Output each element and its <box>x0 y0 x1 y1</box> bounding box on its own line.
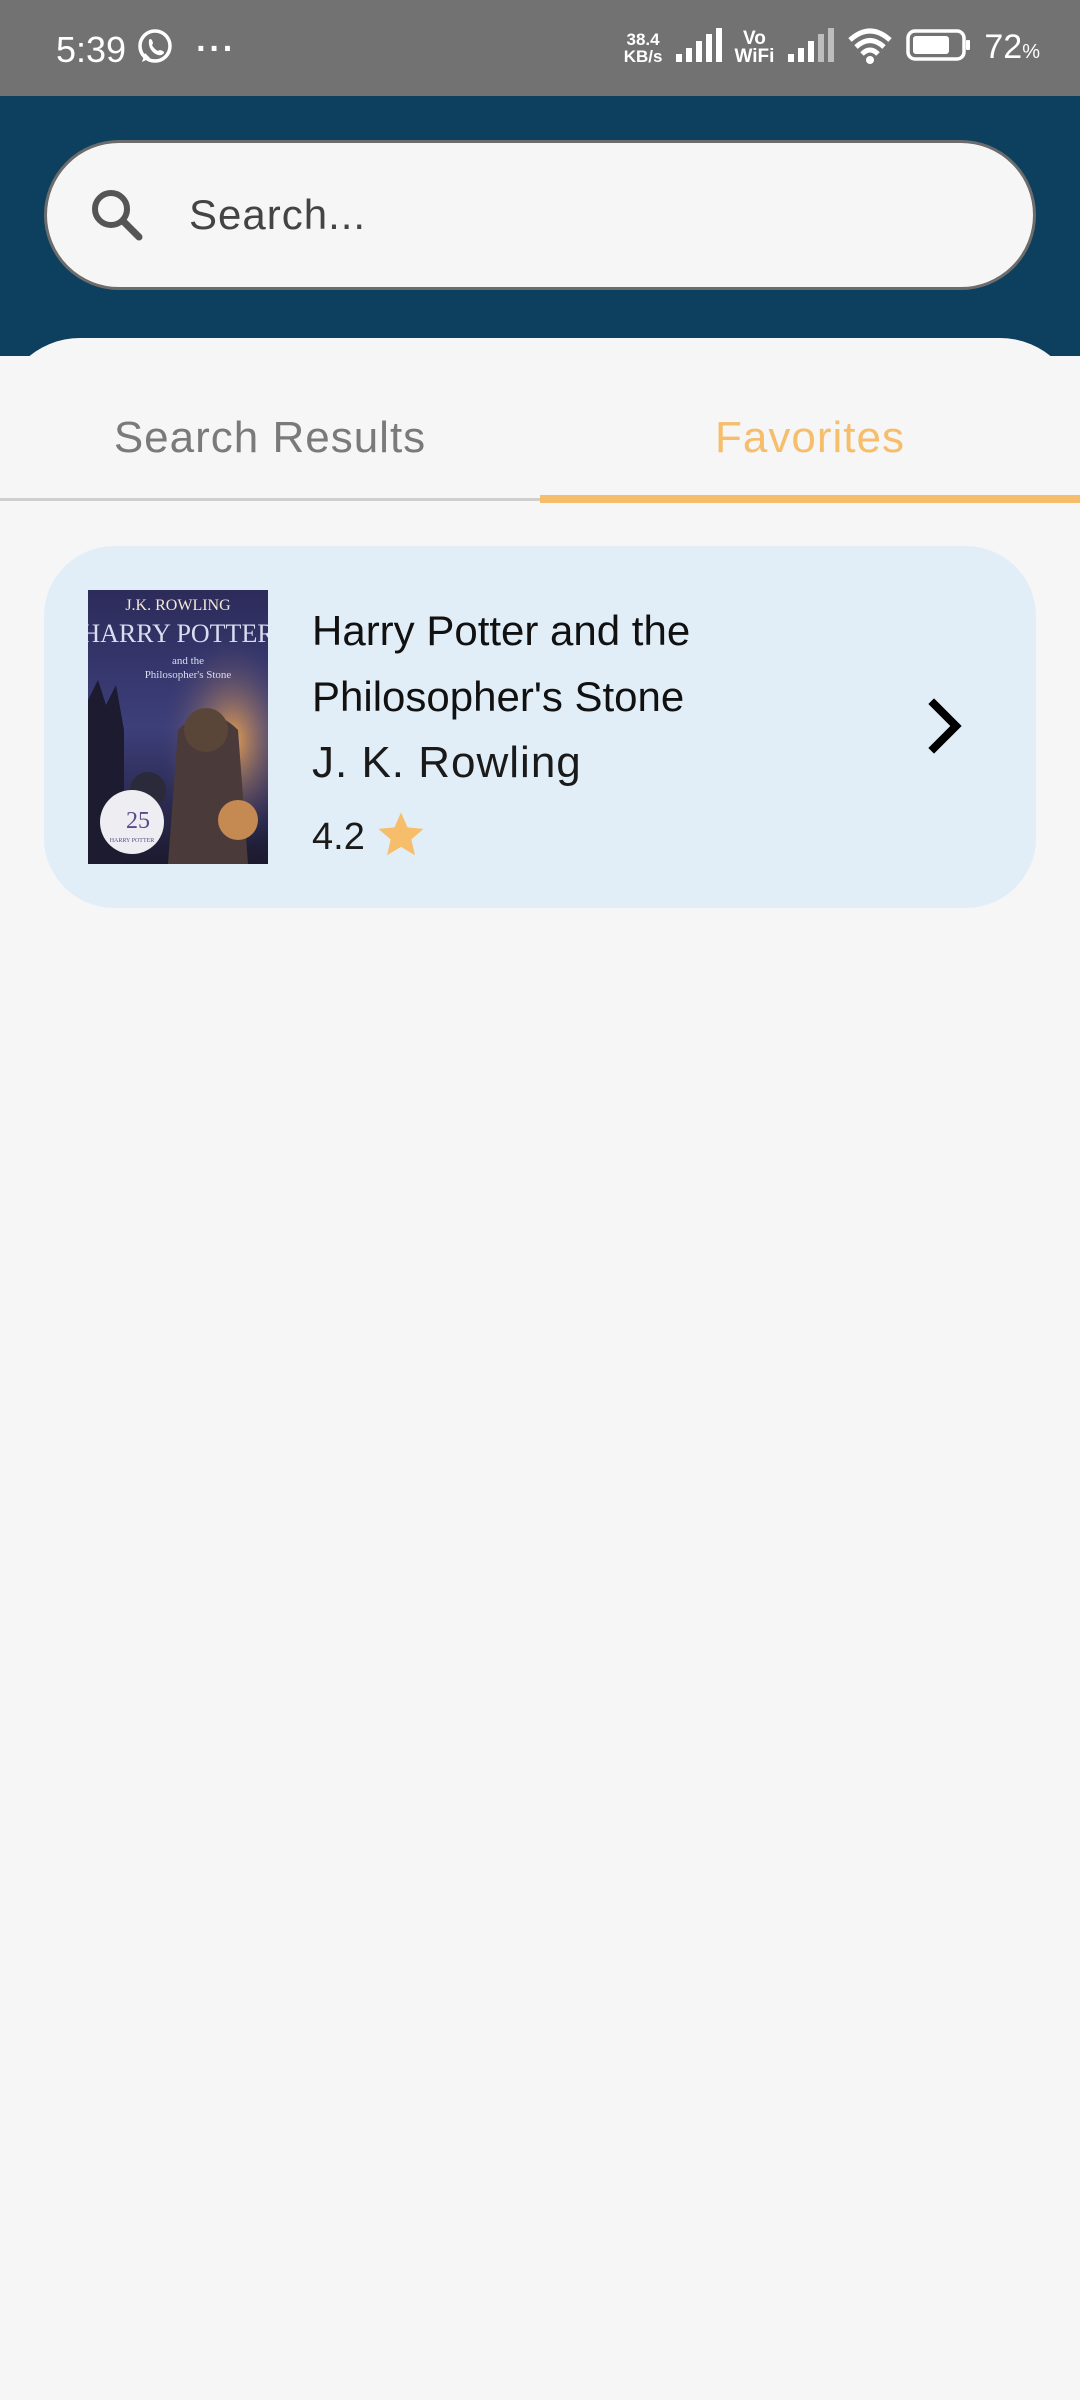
star-icon <box>373 808 429 867</box>
svg-text:HARRY POTTER: HARRY POTTER <box>110 838 155 844</box>
whatsapp-icon <box>136 28 174 71</box>
battery-percent: 72% <box>984 28 1040 66</box>
svg-text:J.K. ROWLING: J.K. ROWLING <box>125 597 231 614</box>
tab-search-results[interactable]: Search Results <box>0 338 540 502</box>
book-rating: 4.2 <box>312 808 429 867</box>
book-author: J. K. Rowling <box>312 738 582 787</box>
book-cover-image: J.K. ROWLING HARRY POTTER and the Philos… <box>88 590 268 864</box>
tab-favorites[interactable]: Favorites <box>540 338 1080 502</box>
tab-indicator <box>540 495 1080 503</box>
status-bar: 5:39 ··· 38.4 KB/s Vo WiFi 72% <box>0 0 1080 96</box>
wifi-icon <box>846 26 894 69</box>
book-title: Harry Potter and the Philosopher's Stone <box>312 607 691 720</box>
signal-icon-2 <box>786 28 835 67</box>
svg-text:25: 25 <box>126 808 150 834</box>
signal-icon <box>674 28 723 67</box>
search-icon[interactable] <box>85 183 149 247</box>
svg-text:and the: and the <box>172 655 204 667</box>
svg-text:HARRY POTTER: HARRY POTTER <box>88 619 268 648</box>
vowifi-indicator: Vo WiFi <box>734 27 775 67</box>
more-notifications-icon: ··· <box>196 30 237 68</box>
search-input[interactable]: Search... <box>189 191 366 239</box>
content-panel: Search Results Favorites J.K. ROWLING HA… <box>0 338 1080 2400</box>
search-bar[interactable]: Search... <box>44 140 1036 290</box>
status-time: 5:39 <box>56 28 127 70</box>
tab-bar: Search Results Favorites <box>0 338 1080 503</box>
network-speed: 38.4 KB/s <box>623 29 663 66</box>
svg-text:Philosopher's Stone: Philosopher's Stone <box>145 669 232 681</box>
battery-icon <box>906 28 972 67</box>
tab-divider <box>0 498 540 501</box>
favorite-book-card[interactable]: J.K. ROWLING HARRY POTTER and the Philos… <box>44 546 1036 908</box>
rating-value: 4.2 <box>312 816 365 858</box>
chevron-right-icon[interactable] <box>916 694 976 758</box>
